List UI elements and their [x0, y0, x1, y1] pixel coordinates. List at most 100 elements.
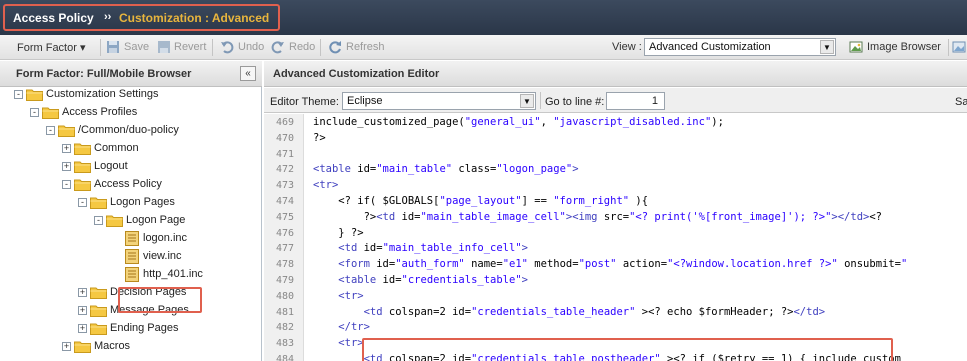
tree-item[interactable]: + Logout — [0, 158, 260, 176]
expand-icon[interactable]: + — [78, 324, 87, 333]
editor-title: Advanced Customization Editor — [273, 68, 440, 80]
save-icon — [107, 41, 119, 53]
selection-highlight — [118, 287, 202, 313]
line-number: 474 — [276, 196, 295, 207]
goto-line-label: Go to line #: — [545, 96, 605, 108]
expand-icon[interactable]: + — [78, 306, 87, 315]
collapse-icon[interactable]: - — [94, 216, 103, 225]
line-number: 473 — [276, 180, 295, 192]
code-line: ?><td id="main_table_image_cell"><img sr… — [313, 210, 882, 223]
save-partial-button[interactable]: Sa — [955, 96, 967, 108]
editor-theme-select[interactable]: Eclipse ▼ — [342, 92, 536, 110]
collapse-icon[interactable]: - — [46, 126, 55, 135]
collapse-panel-button[interactable]: « — [240, 66, 256, 81]
code-line: <? if( $GLOBALS["page_layout"] == "form_… — [313, 195, 649, 207]
toolbar: Form Factor ▾ Save Revert Undo Redo Refr… — [0, 35, 967, 60]
toolbar-divider — [948, 39, 949, 56]
expand-icon[interactable]: + — [62, 342, 71, 351]
tree-panel-title: Form Factor: Full/Mobile Browser — [16, 68, 192, 80]
line-number: 475 — [276, 211, 295, 223]
breadcrumb-root[interactable]: Access Policy — [13, 11, 94, 25]
folder-icon — [26, 89, 43, 101]
goto-line-input[interactable]: 1 — [606, 92, 665, 110]
tree-item[interactable]: - Logon Pages — [0, 194, 260, 212]
tree-item[interactable]: + Ending Pages — [0, 320, 260, 338]
file-icon — [125, 249, 139, 264]
line-number: 469 — [276, 117, 295, 128]
code-line: <td id="main_table_info_cell"> — [338, 242, 528, 255]
code-line: <td colspan=2 id="credentials_table_head… — [363, 305, 826, 318]
code-line: <tr> — [338, 289, 364, 302]
folder-icon — [74, 341, 91, 353]
expand-icon[interactable]: + — [78, 288, 87, 297]
tree-item[interactable]: + Common — [0, 140, 260, 158]
code-line: <tr> — [338, 337, 364, 350]
expand-icon[interactable]: + — [62, 162, 71, 171]
tree-item[interactable]: - Customization Settings — [0, 86, 260, 104]
folder-icon — [90, 323, 107, 335]
save-button[interactable]: Save — [124, 41, 149, 53]
folder-icon — [74, 179, 91, 191]
collapse-icon[interactable]: - — [78, 198, 87, 207]
tree-item[interactable]: view.inc — [0, 248, 260, 266]
folder-icon — [42, 107, 59, 119]
code-line: ?> — [313, 131, 326, 144]
view-label: View : — [612, 41, 642, 53]
toolbar-divider — [100, 39, 101, 56]
line-number: 482 — [276, 322, 295, 334]
image-browser-button[interactable]: Image Browser — [867, 41, 941, 53]
preview-icon[interactable] — [952, 40, 966, 54]
file-icon — [125, 231, 139, 246]
line-number: 470 — [276, 132, 295, 144]
code-line: </tr> — [338, 321, 370, 334]
folder-icon — [58, 125, 75, 137]
folder-icon — [90, 197, 107, 209]
line-number: 471 — [276, 148, 295, 160]
revert-button[interactable]: Revert — [174, 41, 206, 53]
line-number: 484 — [276, 354, 295, 361]
folder-icon — [90, 305, 107, 317]
tree-item[interactable]: logon.inc — [0, 230, 260, 248]
code-line: } ?> — [313, 226, 364, 239]
undo-button[interactable]: Undo — [238, 41, 264, 53]
line-number: 476 — [276, 227, 295, 239]
tree-item[interactable]: - Access Policy — [0, 176, 260, 194]
tree-item[interactable]: http_401.inc — [0, 266, 260, 284]
redo-button[interactable]: Redo — [289, 41, 315, 53]
chevron-down-icon: ▼ — [520, 94, 534, 108]
tree-item-label: Logon Page — [126, 214, 186, 226]
line-number: 478 — [276, 259, 295, 271]
editor-toolbar: Editor Theme: Eclipse ▼ Go to line #: 1 … — [264, 88, 967, 113]
code-editor[interactable]: 469 470 471 472 473 474 475 476 477 478 479 480 481 4… — [264, 114, 967, 361]
undo-icon — [221, 41, 234, 54]
toolbar-divider — [320, 39, 321, 56]
tree-item-label: Customization Settings — [46, 88, 159, 100]
view-select[interactable]: Advanced Customization ▼ — [644, 38, 836, 56]
tree-item[interactable]: - Logon Page — [0, 212, 260, 230]
folder-icon — [74, 143, 91, 155]
refresh-button[interactable]: Refresh — [346, 41, 385, 53]
editor-theme-label: Editor Theme: — [270, 96, 339, 108]
breadcrumb-current: Customization : Advanced — [119, 11, 270, 25]
tree-item-label: Access Profiles — [62, 106, 138, 118]
tree-item[interactable]: + Macros — [0, 338, 260, 356]
expand-icon[interactable]: + — [62, 144, 71, 153]
collapse-icon[interactable]: - — [30, 108, 39, 117]
toolbar-divider — [212, 39, 213, 56]
toolbar-divider — [540, 92, 541, 109]
tree-item[interactable]: - Access Profiles — [0, 104, 260, 122]
collapse-icon[interactable]: - — [14, 90, 23, 99]
code-highlight — [362, 338, 893, 361]
code-line: <form id="auth_form" name="e1" method="p… — [338, 258, 908, 271]
folder-icon — [106, 215, 123, 227]
tree-item-label: Logout — [94, 160, 128, 172]
tree-item-label: http_401.inc — [143, 268, 203, 280]
tree-item[interactable]: - /Common/duo-policy — [0, 122, 260, 140]
line-number: 483 — [276, 338, 295, 350]
line-number: 477 — [276, 243, 295, 255]
form-factor-menu[interactable]: Form Factor ▾ — [17, 41, 85, 54]
line-number-gutter: 469 470 471 472 473 474 475 476 477 478 479 480 481 4… — [264, 114, 304, 361]
collapse-icon[interactable]: - — [62, 180, 71, 189]
line-number: 480 — [276, 290, 295, 302]
code-line: <table id="credentials_table"> — [338, 274, 528, 286]
